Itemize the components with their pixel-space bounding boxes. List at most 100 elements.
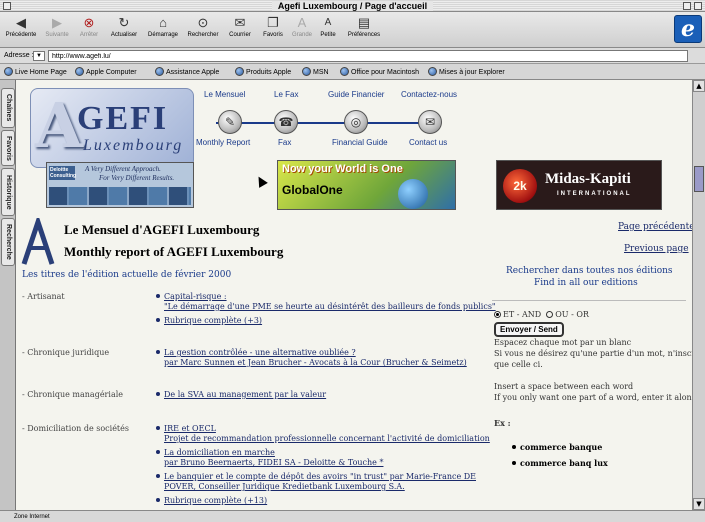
article-link[interactable]: Le banquier et le compte de dépôt des av… [156, 472, 476, 481]
search-submit-button[interactable]: Envoyer / Send [494, 322, 564, 337]
bullet-icon [156, 498, 160, 502]
nav-le-mensuel[interactable]: Le Mensuel [204, 90, 245, 99]
forward-button[interactable]: ▶ Suivante [42, 14, 72, 38]
scroll-up-icon[interactable]: ▲ [693, 80, 705, 92]
agefi-small-logo [20, 214, 56, 266]
window-title: Agefi Luxembourg / Page d'accueil [271, 1, 434, 11]
nav-le-fax[interactable]: Le Fax [274, 90, 298, 99]
tab-favoris[interactable]: Favoris [1, 130, 15, 166]
tab-chaines[interactable]: Chaînes [1, 88, 15, 128]
bullet-icon [156, 474, 160, 478]
stop-icon: ⊗ [83, 15, 95, 30]
favorites-icon: ❐ [267, 15, 279, 30]
stop-button[interactable]: ⊗ Arrêter [74, 14, 104, 38]
midas-name: Midas-Kapiti [545, 171, 631, 187]
nav-guide-financier[interactable]: Guide Financier [328, 90, 384, 99]
fav-assistance-apple[interactable]: Assistance Apple [155, 67, 219, 76]
article-link[interactable]: Projet de recommandation professionnelle… [164, 434, 490, 443]
article-link[interactable]: De la SVA au management par la valeur [156, 390, 326, 399]
fav-live-home-page[interactable]: Live Home Page [4, 67, 67, 76]
favorite-globe-icon [302, 67, 311, 76]
font-larger-icon: A [297, 15, 307, 30]
address-bar: Adresse : ▼ [0, 48, 705, 64]
search-example-label: Ex : [494, 418, 511, 428]
globalone-banner[interactable]: Now your World is One GlobalOne [277, 160, 456, 210]
favorites-bar: Live Home Page Apple Computer Assistance… [0, 64, 705, 80]
larger-text-button[interactable]: A Grande [290, 14, 314, 38]
nav-financial-guide[interactable]: Financial Guide [332, 138, 388, 147]
favorite-globe-icon [4, 67, 13, 76]
article-link[interactable]: La gestion contrôlée - une alternative o… [156, 348, 356, 357]
midas-sub: INTERNATIONAL [557, 191, 632, 197]
article-link[interactable]: Capital-risque : [156, 292, 227, 301]
refresh-icon: ↻ [118, 15, 130, 30]
search-help-en-2: If you only want one part of a word, ent… [494, 393, 692, 402]
zoom-box-icon[interactable] [683, 2, 691, 10]
fav-office-macintosh[interactable]: Office pour Macintosh [340, 67, 419, 76]
fav-apple-computer[interactable]: Apple Computer [75, 67, 137, 76]
fav-produits-apple[interactable]: Produits Apple [235, 67, 291, 76]
status-text: Zone Internet [14, 514, 50, 520]
page-content: A GEFI Luxembourg Le Mensuel Le Fax Guid… [16, 80, 692, 510]
previous-page-fr-link[interactable]: Page précédente [618, 222, 692, 232]
section-full-link[interactable]: Rubrique complète (+13) [156, 496, 267, 505]
smaller-text-button[interactable]: A Petite [316, 14, 340, 38]
section-full-link[interactable]: Rubrique complète (+3) [156, 316, 262, 325]
contact-icon[interactable]: ✉ [418, 110, 442, 134]
mail-button[interactable]: ✉ Courrier [224, 14, 256, 38]
search-example: commerce banq lux [512, 458, 608, 468]
bullet-icon [512, 461, 516, 465]
article-link[interactable]: par Marc Sunnen et Jean Brucher - Avocat… [164, 358, 467, 367]
page-title-fr: Le Mensuel d'AGEFI Luxembourg [64, 222, 260, 237]
radio-or[interactable] [546, 311, 554, 318]
refresh-button[interactable]: ↻ Actualiser [106, 14, 142, 38]
nav-contactez-nous[interactable]: Contactez-nous [401, 90, 457, 99]
article-link[interactable]: par Bruno Beernaerts, FIDEI SA - Deloitt… [164, 458, 383, 467]
page-title-en: Monthly report of AGEFI Luxembourg [64, 244, 284, 259]
search-title-en: Find in all our editions [534, 278, 638, 288]
tab-recherche[interactable]: Recherche [1, 218, 15, 266]
financial-guide-icon[interactable]: ◎ [344, 110, 368, 134]
fav-mises-a-jour[interactable]: Mises à jour Explorer [428, 67, 505, 76]
scroll-thumb[interactable] [694, 166, 704, 192]
category-artisanat: - Artisanat [22, 292, 65, 301]
collapse-box-icon[interactable] [694, 2, 702, 10]
window-title-bar[interactable]: Agefi Luxembourg / Page d'accueil [0, 0, 705, 12]
back-button[interactable]: ◀ Précédente [2, 14, 40, 38]
agefi-logo[interactable]: A GEFI Luxembourg [30, 88, 194, 168]
article-link[interactable]: La domiciliation en marche [156, 448, 275, 457]
fav-msn[interactable]: MSN [302, 67, 329, 76]
home-button[interactable]: ⌂ Démarrage [144, 14, 182, 38]
monthly-report-icon[interactable]: ✎ [218, 110, 242, 134]
scroll-down-icon[interactable]: ▼ [693, 498, 705, 510]
fax-icon[interactable]: ☎ [274, 110, 298, 134]
midas-kapiti-banner[interactable]: 2k Midas-Kapiti INTERNATIONAL [496, 160, 662, 210]
article-link[interactable]: "Le démarrage d'une PME se heurte au dés… [164, 302, 496, 311]
nav-fax[interactable]: Fax [278, 138, 291, 147]
radio-and[interactable] [494, 311, 501, 318]
explorer-logo-icon[interactable]: e [674, 15, 702, 43]
vertical-scrollbar[interactable]: ▲ ▼ [692, 80, 705, 510]
browser-toolbar: ◀ Précédente ▶ Suivante ⊗ Arrêter ↻ Actualis… [0, 12, 705, 48]
tab-historique[interactable]: Historique [1, 168, 15, 216]
bullet-icon [156, 318, 160, 322]
bullet-icon [156, 392, 160, 396]
favorites-button[interactable]: ❐ Favoris [258, 14, 288, 38]
explorer-side-tabs: Chaînes Favoris Historique Recherche [0, 80, 16, 510]
previous-page-en-link[interactable]: Previous page [624, 244, 689, 254]
search-button[interactable]: ⊙ Rechercher [184, 14, 222, 38]
deloitte-image-strip [49, 187, 191, 205]
nav-monthly-report[interactable]: Monthly Report [196, 138, 250, 147]
address-dropdown-icon[interactable]: ▼ [33, 51, 45, 61]
nav-contact-us[interactable]: Contact us [409, 138, 447, 147]
address-input[interactable] [48, 50, 688, 62]
preferences-button[interactable]: ▤ Préférences [342, 14, 386, 38]
mouse-pointer-icon [254, 174, 268, 188]
article-link[interactable]: POVER, Conseiller Juridique Kredietbank … [164, 482, 405, 491]
category-chronique-manageriale: - Chronique managériale [22, 390, 123, 399]
address-label: Adresse : [4, 52, 34, 59]
article-link[interactable]: IRE et OECL [156, 424, 216, 433]
favorite-globe-icon [340, 67, 349, 76]
deloitte-banner[interactable]: Deloitte Consulting A Very Different App… [46, 162, 194, 208]
search-mode-options: ET - AND OU - OR [494, 310, 589, 319]
